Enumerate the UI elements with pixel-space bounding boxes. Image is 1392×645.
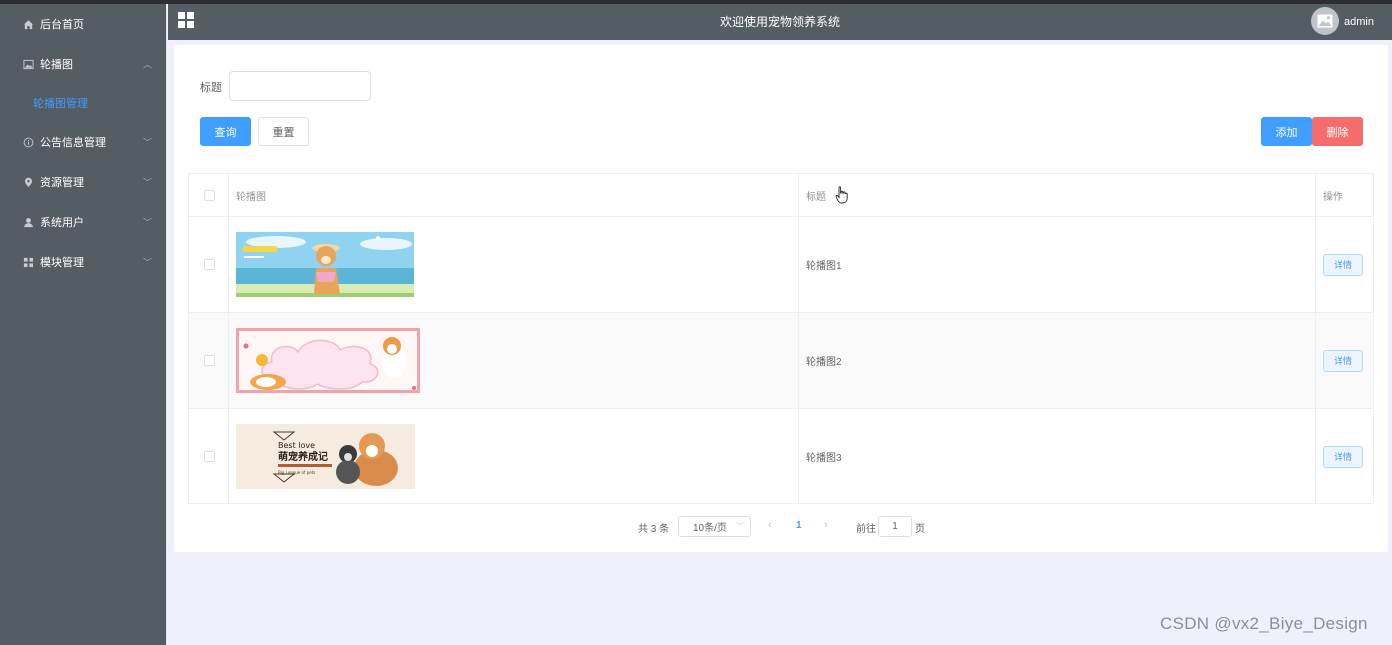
chevron-up-icon: ︿	[142, 59, 152, 70]
row-checkbox[interactable]	[203, 259, 215, 270]
detail-button[interactable]: 详情	[1323, 349, 1363, 372]
next-page-icon[interactable]: ›	[824, 519, 828, 531]
page-size-value: 10条/页	[693, 523, 727, 534]
sidebar-item-resource[interactable]: 资源管理 ﹀	[0, 162, 166, 202]
chevron-down-icon: ﹀	[142, 217, 152, 228]
sidebar-item-label: 公告信息管理	[40, 137, 106, 149]
row-title: 轮播图3	[806, 453, 842, 464]
carousel-image	[236, 232, 414, 297]
sidebar-item-label: 模块管理	[40, 257, 84, 269]
sidebar-item-users[interactable]: 系统用户 ﹀	[0, 202, 166, 242]
hand-cursor-icon	[835, 186, 848, 204]
row-title: 轮播图2	[806, 357, 842, 368]
column-header-image: 轮播图	[236, 191, 266, 203]
avatar[interactable]	[1311, 7, 1339, 35]
table-header-row: 轮播图 标题 操作	[189, 174, 1373, 217]
banner-text-cute-pets: 萌宠养成记	[278, 450, 328, 463]
current-page-number[interactable]: 1	[796, 520, 802, 531]
image-placeholder-icon	[1317, 14, 1333, 28]
sidebar-item-home[interactable]: 后台首页	[0, 4, 166, 44]
info-icon	[22, 136, 34, 148]
sidebar-item-label: 系统用户	[40, 217, 84, 229]
sidebar-item-label: 资源管理	[40, 177, 84, 189]
table-row: 轮播图2 详情	[189, 313, 1373, 409]
prev-page-icon[interactable]: ‹	[768, 519, 772, 531]
column-header-title[interactable]: 标题	[806, 188, 826, 203]
sidebar: 后台首页 轮播图 ︿ 轮播图管理 公告信息管理 ﹀ 资源管理 ﹀ 系统用户 ﹀ …	[0, 4, 167, 645]
delete-button[interactable]: 删除	[1312, 117, 1363, 146]
system-title: 欢迎使用宠物领养系统	[719, 15, 840, 29]
sidebar-item-modules[interactable]: 模块管理 ﹀	[0, 242, 166, 282]
carousel-image	[236, 328, 420, 393]
main-card: 标题 查询 重置 添加 删除 轮播图 标题 操作 轮播图1 详情 轮播图2 详情…	[174, 45, 1388, 552]
user-icon	[22, 216, 34, 228]
sidebar-item-notice[interactable]: 公告信息管理 ﹀	[0, 122, 166, 162]
sidebar-item-label: 轮播图	[40, 59, 73, 71]
banner-text-best-love: Best love	[278, 441, 315, 450]
page-unit-label: 页	[915, 524, 925, 535]
row-title: 轮播图1	[806, 261, 842, 272]
watermark: CSDN @vx2_Biye_Design	[1160, 614, 1368, 633]
select-all-checkbox[interactable]	[203, 189, 215, 201]
page-size-select[interactable]: 10条/页 ﹀	[678, 516, 751, 537]
pagination-total: 共 3 条	[638, 524, 670, 535]
picture-icon	[22, 58, 34, 70]
grid-icon	[22, 256, 34, 268]
query-button[interactable]: 查询	[200, 117, 251, 146]
banner-text-big-league: Big League of pets	[278, 470, 315, 475]
chevron-down-icon: ﹀	[736, 522, 744, 531]
carousel-table: 轮播图 标题 操作 轮播图1 详情 轮播图2 详情 Best love 萌宠养成…	[188, 173, 1374, 504]
detail-button[interactable]: 详情	[1323, 253, 1363, 276]
username[interactable]: admin	[1344, 4, 1374, 40]
goto-label: 前往	[856, 524, 876, 535]
table-row: Best love 萌宠养成记 Big League of pets 轮播图3 …	[189, 409, 1373, 504]
chevron-down-icon: ﹀	[142, 177, 152, 188]
row-checkbox[interactable]	[203, 451, 215, 462]
column-divider	[1315, 174, 1316, 503]
column-divider	[798, 174, 799, 503]
chevron-down-icon: ﹀	[142, 257, 152, 268]
sidebar-item-label: 后台首页	[40, 19, 84, 31]
goto-page-input[interactable]: 1	[878, 516, 912, 537]
pagination: 共 3 条 10条/页 ﹀ ‹ 1 › 前往 1 页	[174, 516, 1388, 538]
home-icon	[22, 18, 34, 30]
location-icon	[22, 176, 34, 188]
sidebar-subitem-carousel-manage[interactable]: 轮播图管理	[0, 84, 166, 122]
search-title-label: 标题	[200, 82, 222, 94]
chevron-down-icon: ﹀	[142, 137, 152, 148]
reset-button[interactable]: 重置	[258, 117, 309, 146]
search-title-input[interactable]	[229, 71, 371, 101]
detail-button[interactable]: 详情	[1323, 445, 1363, 468]
sidebar-item-carousel[interactable]: 轮播图 ︿	[0, 44, 166, 84]
row-checkbox[interactable]	[203, 355, 215, 366]
add-button[interactable]: 添加	[1261, 117, 1312, 146]
carousel-image: Best love 萌宠养成记 Big League of pets	[236, 424, 415, 489]
column-header-actions: 操作	[1323, 191, 1343, 203]
top-header: 欢迎使用宠物领养系统 admin	[168, 4, 1392, 40]
table-row: 轮播图1 详情	[189, 217, 1373, 313]
column-divider	[228, 174, 229, 503]
